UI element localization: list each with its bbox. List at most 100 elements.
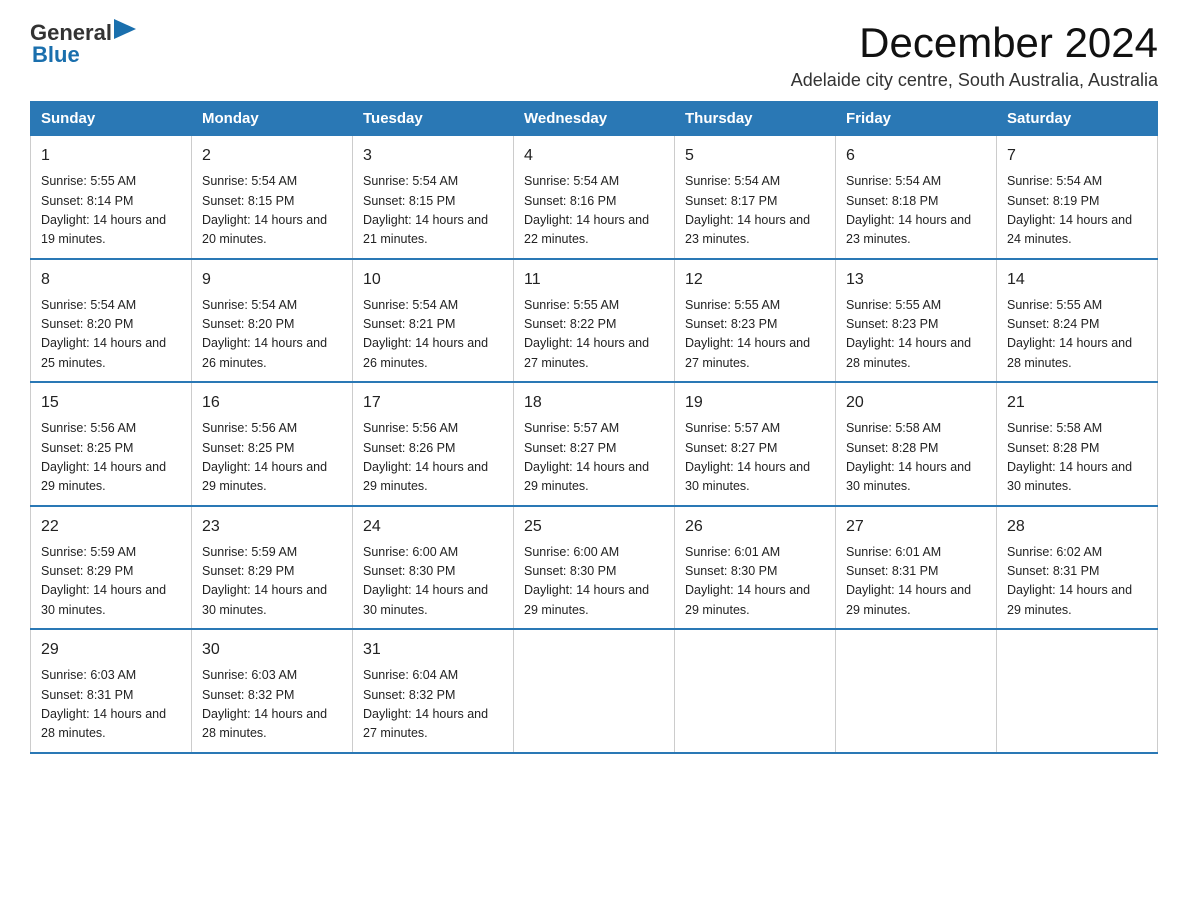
- day-of-week-header: Saturday: [997, 102, 1158, 136]
- calendar-day-cell: 6 Sunrise: 5:54 AMSunset: 8:18 PMDaylight…: [836, 136, 997, 259]
- day-of-week-header: Thursday: [675, 102, 836, 136]
- calendar-week-row: 22Sunrise: 5:59 AMSunset: 8:29 PMDayligh…: [31, 506, 1158, 630]
- day-number: 27: [846, 515, 986, 539]
- calendar-day-cell: 18 Sunrise: 5:57 AMSunset: 8:27 PMDayligh…: [514, 382, 675, 506]
- calendar-day-cell: [675, 629, 836, 753]
- day-info: Sunrise: 5:54 AMSunset: 8:19 PMDaylight:…: [1007, 172, 1147, 250]
- calendar-header-row: SundayMondayTuesdayWednesdayThursdayFrid…: [31, 102, 1158, 136]
- day-info: Sunrise: 5:56 AMSunset: 8:25 PMDaylight:…: [202, 419, 342, 497]
- calendar-day-cell: 29 Sunrise: 6:03 AMSunset: 8:31 PMDayligh…: [31, 629, 192, 753]
- day-info: Sunrise: 5:58 AMSunset: 8:28 PMDaylight:…: [1007, 419, 1147, 497]
- day-info: Sunrise: 5:55 AMSunset: 8:24 PMDaylight:…: [1007, 296, 1147, 374]
- day-of-week-header: Friday: [836, 102, 997, 136]
- day-number: 18: [524, 391, 664, 415]
- day-info: Sunrise: 6:02 AMSunset: 8:31 PMDaylight:…: [1007, 543, 1147, 621]
- calendar-day-cell: 22Sunrise: 5:59 AMSunset: 8:29 PMDayligh…: [31, 506, 192, 630]
- calendar-day-cell: 19 Sunrise: 5:57 AMSunset: 8:27 PMDayligh…: [675, 382, 836, 506]
- day-number: 28: [1007, 515, 1147, 539]
- calendar-day-cell: 15Sunrise: 5:56 AMSunset: 8:25 PMDayligh…: [31, 382, 192, 506]
- day-number: 12: [685, 268, 825, 292]
- calendar-day-cell: 31 Sunrise: 6:04 AMSunset: 8:32 PMDayligh…: [353, 629, 514, 753]
- calendar-day-cell: 25 Sunrise: 6:00 AMSunset: 8:30 PMDayligh…: [514, 506, 675, 630]
- day-info: Sunrise: 5:55 AMSunset: 8:23 PMDaylight:…: [685, 296, 825, 374]
- calendar-day-cell: 26Sunrise: 6:01 AMSunset: 8:30 PMDayligh…: [675, 506, 836, 630]
- day-of-week-header: Tuesday: [353, 102, 514, 136]
- logo: General Blue: [30, 20, 136, 68]
- day-number: 30: [202, 638, 342, 662]
- day-info: Sunrise: 5:57 AMSunset: 8:27 PMDaylight:…: [524, 419, 664, 497]
- title-area: December 2024 Adelaide city centre, Sout…: [791, 20, 1158, 91]
- calendar-day-cell: 2Sunrise: 5:54 AMSunset: 8:15 PMDaylight…: [192, 136, 353, 259]
- day-number: 11: [524, 268, 664, 292]
- calendar-day-cell: 30 Sunrise: 6:03 AMSunset: 8:32 PMDayligh…: [192, 629, 353, 753]
- calendar-day-cell: [997, 629, 1158, 753]
- calendar-day-cell: 23Sunrise: 5:59 AMSunset: 8:29 PMDayligh…: [192, 506, 353, 630]
- day-info: Sunrise: 6:03 AMSunset: 8:31 PMDaylight:…: [41, 666, 181, 744]
- calendar-day-cell: 27Sunrise: 6:01 AMSunset: 8:31 PMDayligh…: [836, 506, 997, 630]
- day-info: Sunrise: 6:03 AMSunset: 8:32 PMDaylight:…: [202, 666, 342, 744]
- day-info: Sunrise: 5:54 AMSunset: 8:20 PMDaylight:…: [202, 296, 342, 374]
- day-info: Sunrise: 5:54 AMSunset: 8:20 PMDaylight:…: [41, 296, 181, 374]
- day-info: Sunrise: 6:04 AMSunset: 8:32 PMDaylight:…: [363, 666, 503, 744]
- calendar-day-cell: 21 Sunrise: 5:58 AMSunset: 8:28 PMDayligh…: [997, 382, 1158, 506]
- calendar-day-cell: 10Sunrise: 5:54 AMSunset: 8:21 PMDayligh…: [353, 259, 514, 383]
- day-info: Sunrise: 5:55 AMSunset: 8:22 PMDaylight:…: [524, 296, 664, 374]
- day-info: Sunrise: 5:55 AMSunset: 8:23 PMDaylight:…: [846, 296, 986, 374]
- day-number: 4: [524, 144, 664, 168]
- day-info: Sunrise: 5:58 AMSunset: 8:28 PMDaylight:…: [846, 419, 986, 497]
- day-number: 3: [363, 144, 503, 168]
- day-info: Sunrise: 5:54 AMSunset: 8:16 PMDaylight:…: [524, 172, 664, 250]
- logo-arrow-icon: [114, 19, 136, 39]
- day-of-week-header: Monday: [192, 102, 353, 136]
- day-number: 10: [363, 268, 503, 292]
- day-number: 24: [363, 515, 503, 539]
- calendar-week-row: 29 Sunrise: 6:03 AMSunset: 8:31 PMDayligh…: [31, 629, 1158, 753]
- day-number: 25: [524, 515, 664, 539]
- day-number: 5: [685, 144, 825, 168]
- day-info: Sunrise: 5:55 AMSunset: 8:14 PMDaylight:…: [41, 172, 181, 250]
- calendar-day-cell: 3 Sunrise: 5:54 AMSunset: 8:15 PMDaylight…: [353, 136, 514, 259]
- day-info: Sunrise: 5:54 AMSunset: 8:18 PMDaylight:…: [846, 172, 986, 250]
- calendar-week-row: 1 Sunrise: 5:55 AMSunset: 8:14 PMDaylight…: [31, 136, 1158, 259]
- day-number: 2: [202, 144, 342, 168]
- calendar-day-cell: 7 Sunrise: 5:54 AMSunset: 8:19 PMDaylight…: [997, 136, 1158, 259]
- day-number: 15: [41, 391, 181, 415]
- location-subtitle: Adelaide city centre, South Australia, A…: [791, 70, 1158, 91]
- calendar-day-cell: 20 Sunrise: 5:58 AMSunset: 8:28 PMDayligh…: [836, 382, 997, 506]
- calendar-day-cell: 12 Sunrise: 5:55 AMSunset: 8:23 PMDayligh…: [675, 259, 836, 383]
- day-info: Sunrise: 6:00 AMSunset: 8:30 PMDaylight:…: [524, 543, 664, 621]
- calendar-day-cell: 4 Sunrise: 5:54 AMSunset: 8:16 PMDaylight…: [514, 136, 675, 259]
- day-info: Sunrise: 6:00 AMSunset: 8:30 PMDaylight:…: [363, 543, 503, 621]
- day-number: 6: [846, 144, 986, 168]
- day-number: 20: [846, 391, 986, 415]
- day-number: 19: [685, 391, 825, 415]
- day-number: 14: [1007, 268, 1147, 292]
- calendar-day-cell: 24 Sunrise: 6:00 AMSunset: 8:30 PMDayligh…: [353, 506, 514, 630]
- day-info: Sunrise: 5:56 AMSunset: 8:26 PMDaylight:…: [363, 419, 503, 497]
- day-number: 29: [41, 638, 181, 662]
- day-number: 1: [41, 144, 181, 168]
- day-of-week-header: Sunday: [31, 102, 192, 136]
- day-info: Sunrise: 5:59 AMSunset: 8:29 PMDaylight:…: [41, 543, 181, 621]
- day-number: 31: [363, 638, 503, 662]
- day-number: 7: [1007, 144, 1147, 168]
- day-info: Sunrise: 5:59 AMSunset: 8:29 PMDaylight:…: [202, 543, 342, 621]
- day-info: Sunrise: 5:54 AMSunset: 8:17 PMDaylight:…: [685, 172, 825, 250]
- day-of-week-header: Wednesday: [514, 102, 675, 136]
- calendar-day-cell: [836, 629, 997, 753]
- calendar-day-cell: 8Sunrise: 5:54 AMSunset: 8:20 PMDaylight…: [31, 259, 192, 383]
- day-info: Sunrise: 6:01 AMSunset: 8:30 PMDaylight:…: [685, 543, 825, 621]
- day-number: 21: [1007, 391, 1147, 415]
- month-year-title: December 2024: [791, 20, 1158, 66]
- calendar-week-row: 8Sunrise: 5:54 AMSunset: 8:20 PMDaylight…: [31, 259, 1158, 383]
- calendar-table: SundayMondayTuesdayWednesdayThursdayFrid…: [30, 101, 1158, 754]
- day-number: 13: [846, 268, 986, 292]
- day-number: 17: [363, 391, 503, 415]
- day-info: Sunrise: 5:57 AMSunset: 8:27 PMDaylight:…: [685, 419, 825, 497]
- day-info: Sunrise: 5:54 AMSunset: 8:15 PMDaylight:…: [363, 172, 503, 250]
- calendar-day-cell: 28 Sunrise: 6:02 AMSunset: 8:31 PMDayligh…: [997, 506, 1158, 630]
- calendar-day-cell: 13 Sunrise: 5:55 AMSunset: 8:23 PMDayligh…: [836, 259, 997, 383]
- day-number: 9: [202, 268, 342, 292]
- day-number: 16: [202, 391, 342, 415]
- logo-blue-text: Blue: [32, 42, 80, 68]
